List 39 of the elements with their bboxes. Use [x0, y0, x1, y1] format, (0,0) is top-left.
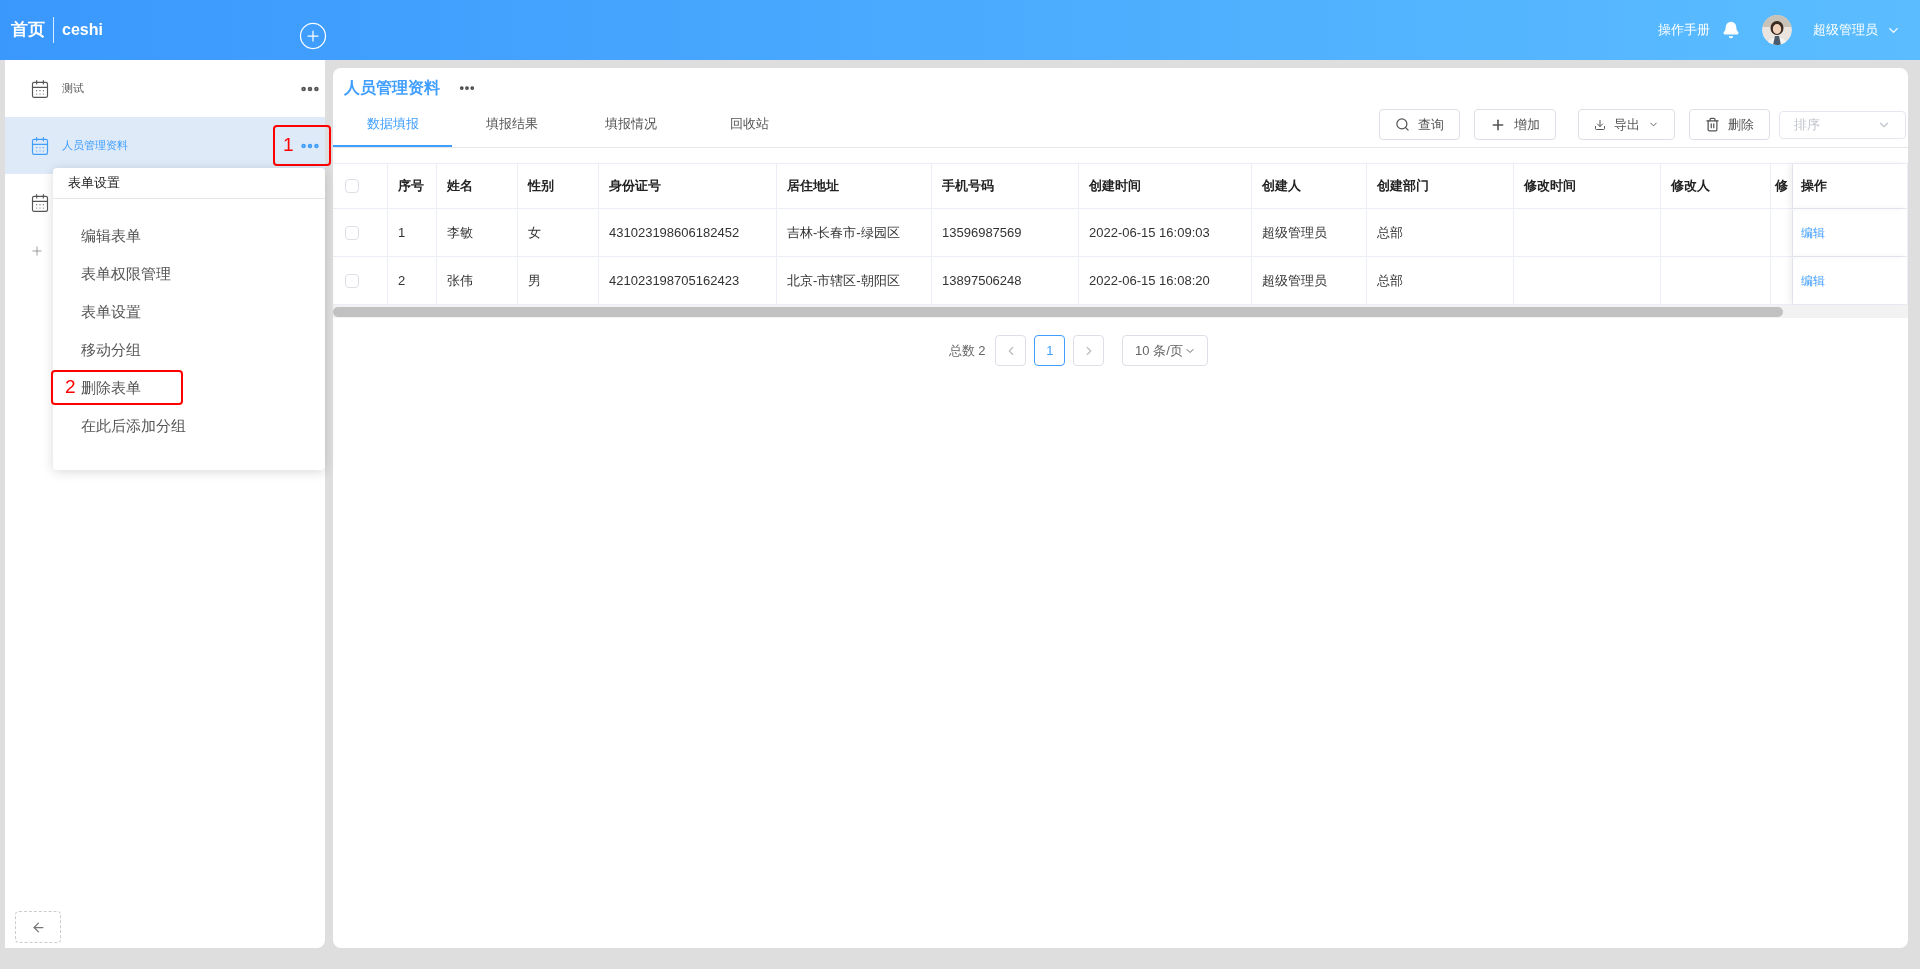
- page-title: 人员管理资料: [344, 78, 440, 98]
- table-cell-text: 2022-06-15 16:08:20: [1089, 271, 1210, 290]
- callout-number: 2: [65, 375, 76, 400]
- column-header: 修改时间: [1524, 177, 1576, 196]
- sidebar-item-label: 人员管理资料: [62, 138, 128, 154]
- table-cell-text: 总部: [1377, 271, 1403, 290]
- table-cell-text: 431023198606182452: [609, 223, 740, 242]
- table-cell-text: 北京-市辖区-朝阳区: [787, 271, 900, 290]
- table-cell-text: 2: [398, 271, 406, 290]
- column-header: 创建时间: [1089, 177, 1141, 196]
- menu-title: 表单设置: [53, 168, 325, 199]
- column-header: 修: [1775, 177, 1788, 196]
- table-cell-text: 女: [528, 223, 541, 242]
- table-cell-text: 超级管理员: [1262, 271, 1327, 290]
- table-cell-text: 421023198705162423: [609, 271, 740, 290]
- column-header: 手机号码: [942, 177, 994, 196]
- column-header: 创建部门: [1377, 177, 1429, 196]
- table-cell-text: 超级管理员: [1262, 223, 1327, 242]
- table-cell-text: 13596987569: [942, 223, 1022, 242]
- table-cell-text: 李敏: [447, 223, 473, 242]
- column-header: 性别: [528, 177, 554, 196]
- column-header: 居住地址: [787, 177, 839, 196]
- table-cell-text: 男: [528, 271, 541, 290]
- table-cell-text: 2022-06-15 16:09:03: [1089, 223, 1210, 242]
- table-cell-text: 总部: [1377, 223, 1403, 242]
- table-cell-text: 13897506248: [942, 271, 1022, 290]
- column-header: 修改人: [1671, 177, 1710, 196]
- column-header: 序号: [398, 177, 424, 196]
- column-header: 操作: [1801, 177, 1827, 196]
- table-cell-text: 1: [398, 223, 406, 242]
- table-cell-text: 吉林-长春市-绿园区: [787, 223, 900, 242]
- sidebar-item-label: 测试: [62, 81, 84, 97]
- column-header: 身份证号: [609, 177, 661, 196]
- table-cell-text: 张伟: [447, 271, 473, 290]
- app-name: ceshi: [62, 20, 103, 40]
- column-header: 创建人: [1262, 177, 1301, 196]
- callout-number: 1: [283, 133, 294, 158]
- column-header: 姓名: [447, 177, 473, 196]
- total-count: 总数 2: [948, 341, 986, 360]
